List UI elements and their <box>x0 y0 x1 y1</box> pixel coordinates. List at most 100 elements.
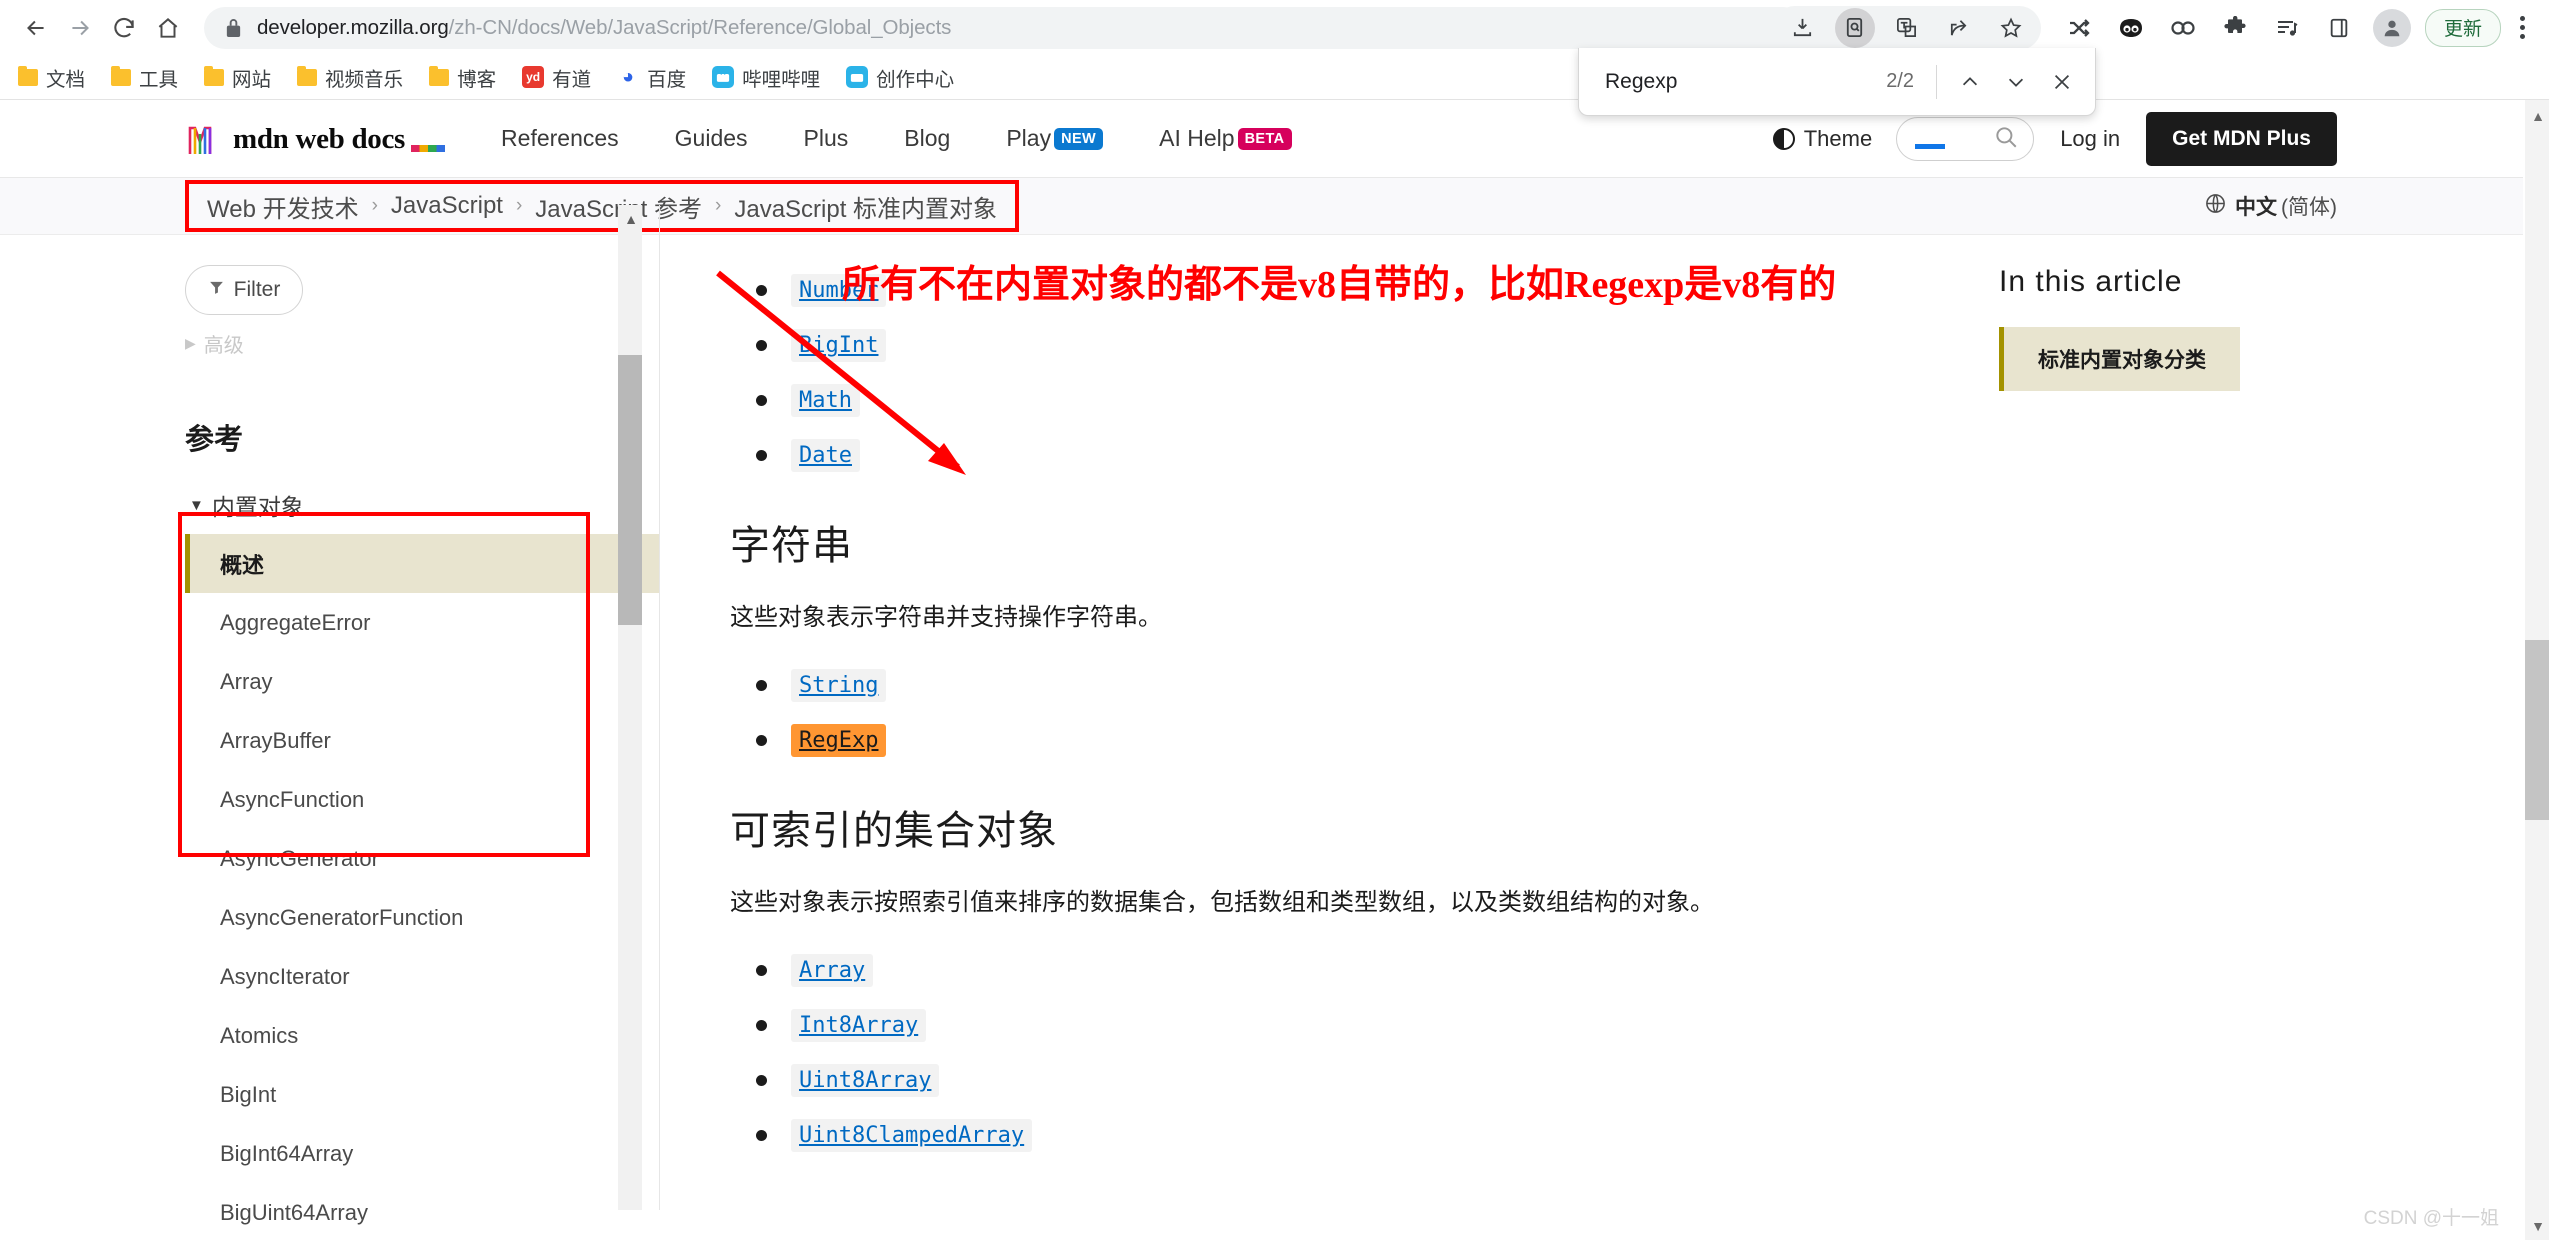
login-link[interactable]: Log in <box>2060 126 2120 152</box>
sidebar-item-asynciterator[interactable]: AsyncIterator <box>185 947 660 1006</box>
mdn-logo-underline <box>411 144 446 152</box>
link-uint8array[interactable]: Uint8Array <box>791 1064 940 1097</box>
sidebar-group-builtin-objects[interactable]: ▼ 内置对象 <box>185 488 660 522</box>
filter-button[interactable]: Filter <box>185 265 303 315</box>
forward-button[interactable] <box>58 6 102 50</box>
mdn-logo[interactable]: mdn web docs <box>188 122 446 156</box>
breadcrumb-separator: › <box>515 195 523 216</box>
nav-references[interactable]: References <box>501 125 619 152</box>
page-scrollbar-thumb[interactable] <box>2525 640 2549 820</box>
advanced-toggle[interactable]: ▶ 高级 <box>185 329 660 358</box>
sidebar-item-array[interactable]: Array <box>185 652 660 711</box>
sidebar-item-asyncgeneratorfunction[interactable]: AsyncGeneratorFunction <box>185 888 660 947</box>
bookmark-label: 创作中心 <box>876 68 955 91</box>
sidebar-item-overview[interactable]: 概述 <box>185 534 660 593</box>
chevron-down-icon[interactable] <box>1993 59 2039 105</box>
find-in-page-icon[interactable] <box>1834 7 1875 48</box>
nav-guides[interactable]: Guides <box>675 125 748 152</box>
sidebar-item-aggregateerror[interactable]: AggregateError <box>185 593 660 652</box>
back-button[interactable] <box>14 6 58 50</box>
bookmark-item[interactable]: ◕ 百度 <box>617 63 686 92</box>
bullet-icon <box>756 340 767 351</box>
sidebar-item-label: 概述 <box>220 552 265 578</box>
three-dots-menu[interactable] <box>2505 16 2539 39</box>
sidebar-item-label: Atomics <box>220 1022 299 1048</box>
breadcrumb-item[interactable]: Web 开发技术 <box>207 189 359 224</box>
home-button[interactable] <box>146 6 190 50</box>
close-icon[interactable] <box>2039 59 2085 105</box>
folder-icon <box>429 65 450 86</box>
toc-item-current[interactable]: 标准内置对象分类 <box>1999 327 2240 391</box>
link-array[interactable]: Array <box>791 954 874 987</box>
nav-play[interactable]: Play NEW <box>1006 125 1104 152</box>
shuffle-icon[interactable] <box>2059 8 2099 48</box>
breadcrumb-item[interactable]: JavaScript <box>391 192 503 220</box>
sidebar-item-label: AsyncGenerator <box>220 845 379 871</box>
sidebar-scrollbar-thumb[interactable] <box>618 355 642 625</box>
link-icon[interactable] <box>2163 8 2203 48</box>
bookmark-item[interactable]: 创作中心 <box>846 63 954 92</box>
folder-icon <box>297 65 318 86</box>
chevron-up-icon[interactable] <box>1947 59 1993 105</box>
share-icon[interactable] <box>1939 8 1979 48</box>
theme-toggle[interactable]: Theme <box>1772 126 1873 152</box>
nav-label: Guides <box>674 125 748 151</box>
link-string[interactable]: String <box>791 669 887 702</box>
breadcrumb-row: Web 开发技术 › JavaScript › JavaScript 参考 › … <box>0 178 2523 235</box>
nav-blog[interactable]: Blog <box>904 125 950 152</box>
breadcrumb-item-current: JavaScript 标准内置对象 <box>734 195 998 223</box>
side-panel-icon[interactable] <box>2319 8 2359 48</box>
reload-button[interactable] <box>102 6 146 50</box>
list-item: Math <box>730 373 1949 428</box>
link-regexp-highlighted[interactable]: RegExp <box>791 724 887 757</box>
theme-label: Theme <box>1803 126 1873 151</box>
sidebar-item-asyncgenerator[interactable]: AsyncGenerator <box>185 829 660 888</box>
sidebar-item-asyncfunction[interactable]: AsyncFunction <box>185 770 660 829</box>
address-bar[interactable]: developer.mozilla.org/zh-CN/docs/Web/Jav… <box>204 6 1804 49</box>
nav-plus[interactable]: Plus <box>804 125 849 152</box>
update-button[interactable]: 更新 <box>2424 8 2501 47</box>
get-mdn-plus-button[interactable]: Get MDN Plus <box>2146 112 2337 166</box>
bookmark-item[interactable]: 视频音乐 <box>297 63 403 92</box>
sidebar-item-bigint[interactable]: BigInt <box>185 1065 660 1124</box>
in-this-article-toc: In this article 标准内置对象分类 <box>1949 235 2549 1240</box>
sidebar-item-atomics[interactable]: Atomics <box>185 1006 660 1065</box>
bookmark-item[interactable]: yd 有道 <box>522 63 591 92</box>
scroll-up-icon[interactable]: ▲ <box>2531 108 2545 124</box>
link-math[interactable]: Math <box>791 384 860 417</box>
scroll-down-icon[interactable]: ▼ <box>2531 1218 2545 1234</box>
sidebar-item-biguint64array[interactable]: BigUint64Array <box>185 1183 660 1240</box>
bookmark-item[interactable]: 博客 <box>429 63 496 92</box>
sidebar-group-label: 内置对象 <box>211 494 304 520</box>
sidebar-item-label: AsyncIterator <box>220 963 350 989</box>
translate-icon[interactable] <box>1887 8 1927 48</box>
bookmark-item[interactable]: 哔哩哔哩 <box>712 63 820 92</box>
toc-title: In this article <box>1999 265 2183 298</box>
find-input[interactable]: Regexp <box>1605 70 1886 94</box>
bookmark-item[interactable]: 网站 <box>204 63 271 92</box>
list-item: BigInt <box>730 318 1949 373</box>
link-uint8clampedarray[interactable]: Uint8ClampedArray <box>791 1119 1033 1152</box>
scroll-up-icon[interactable]: ▲ <box>624 211 638 227</box>
bullet-icon <box>756 395 767 406</box>
new-badge: NEW <box>1054 127 1104 150</box>
puzzle-icon[interactable] <box>2215 8 2255 48</box>
profile-avatar[interactable] <box>2372 8 2411 47</box>
star-icon[interactable] <box>1991 8 2031 48</box>
link-bigint[interactable]: BigInt <box>791 329 887 362</box>
nav-label: Blog <box>904 125 951 151</box>
bilibili-icon <box>712 66 735 88</box>
bookmark-item[interactable]: 工具 <box>111 63 178 92</box>
link-date[interactable]: Date <box>791 439 860 472</box>
language-selector[interactable]: 中文 (简体) <box>2204 191 2337 221</box>
nav-ai-help[interactable]: AI Help BETA <box>1159 125 1292 152</box>
list-item: Int8Array <box>730 998 1949 1053</box>
panda-icon[interactable] <box>2111 8 2151 48</box>
playlist-icon[interactable] <box>2267 8 2307 48</box>
link-int8array[interactable]: Int8Array <box>791 1009 927 1042</box>
sidebar-item-bigint64array[interactable]: BigInt64Array <box>185 1124 660 1183</box>
bookmark-item[interactable]: 文档 <box>18 63 85 92</box>
download-icon[interactable] <box>1783 8 1823 48</box>
search-input[interactable] <box>1896 117 2035 161</box>
sidebar-item-arraybuffer[interactable]: ArrayBuffer <box>185 711 660 770</box>
